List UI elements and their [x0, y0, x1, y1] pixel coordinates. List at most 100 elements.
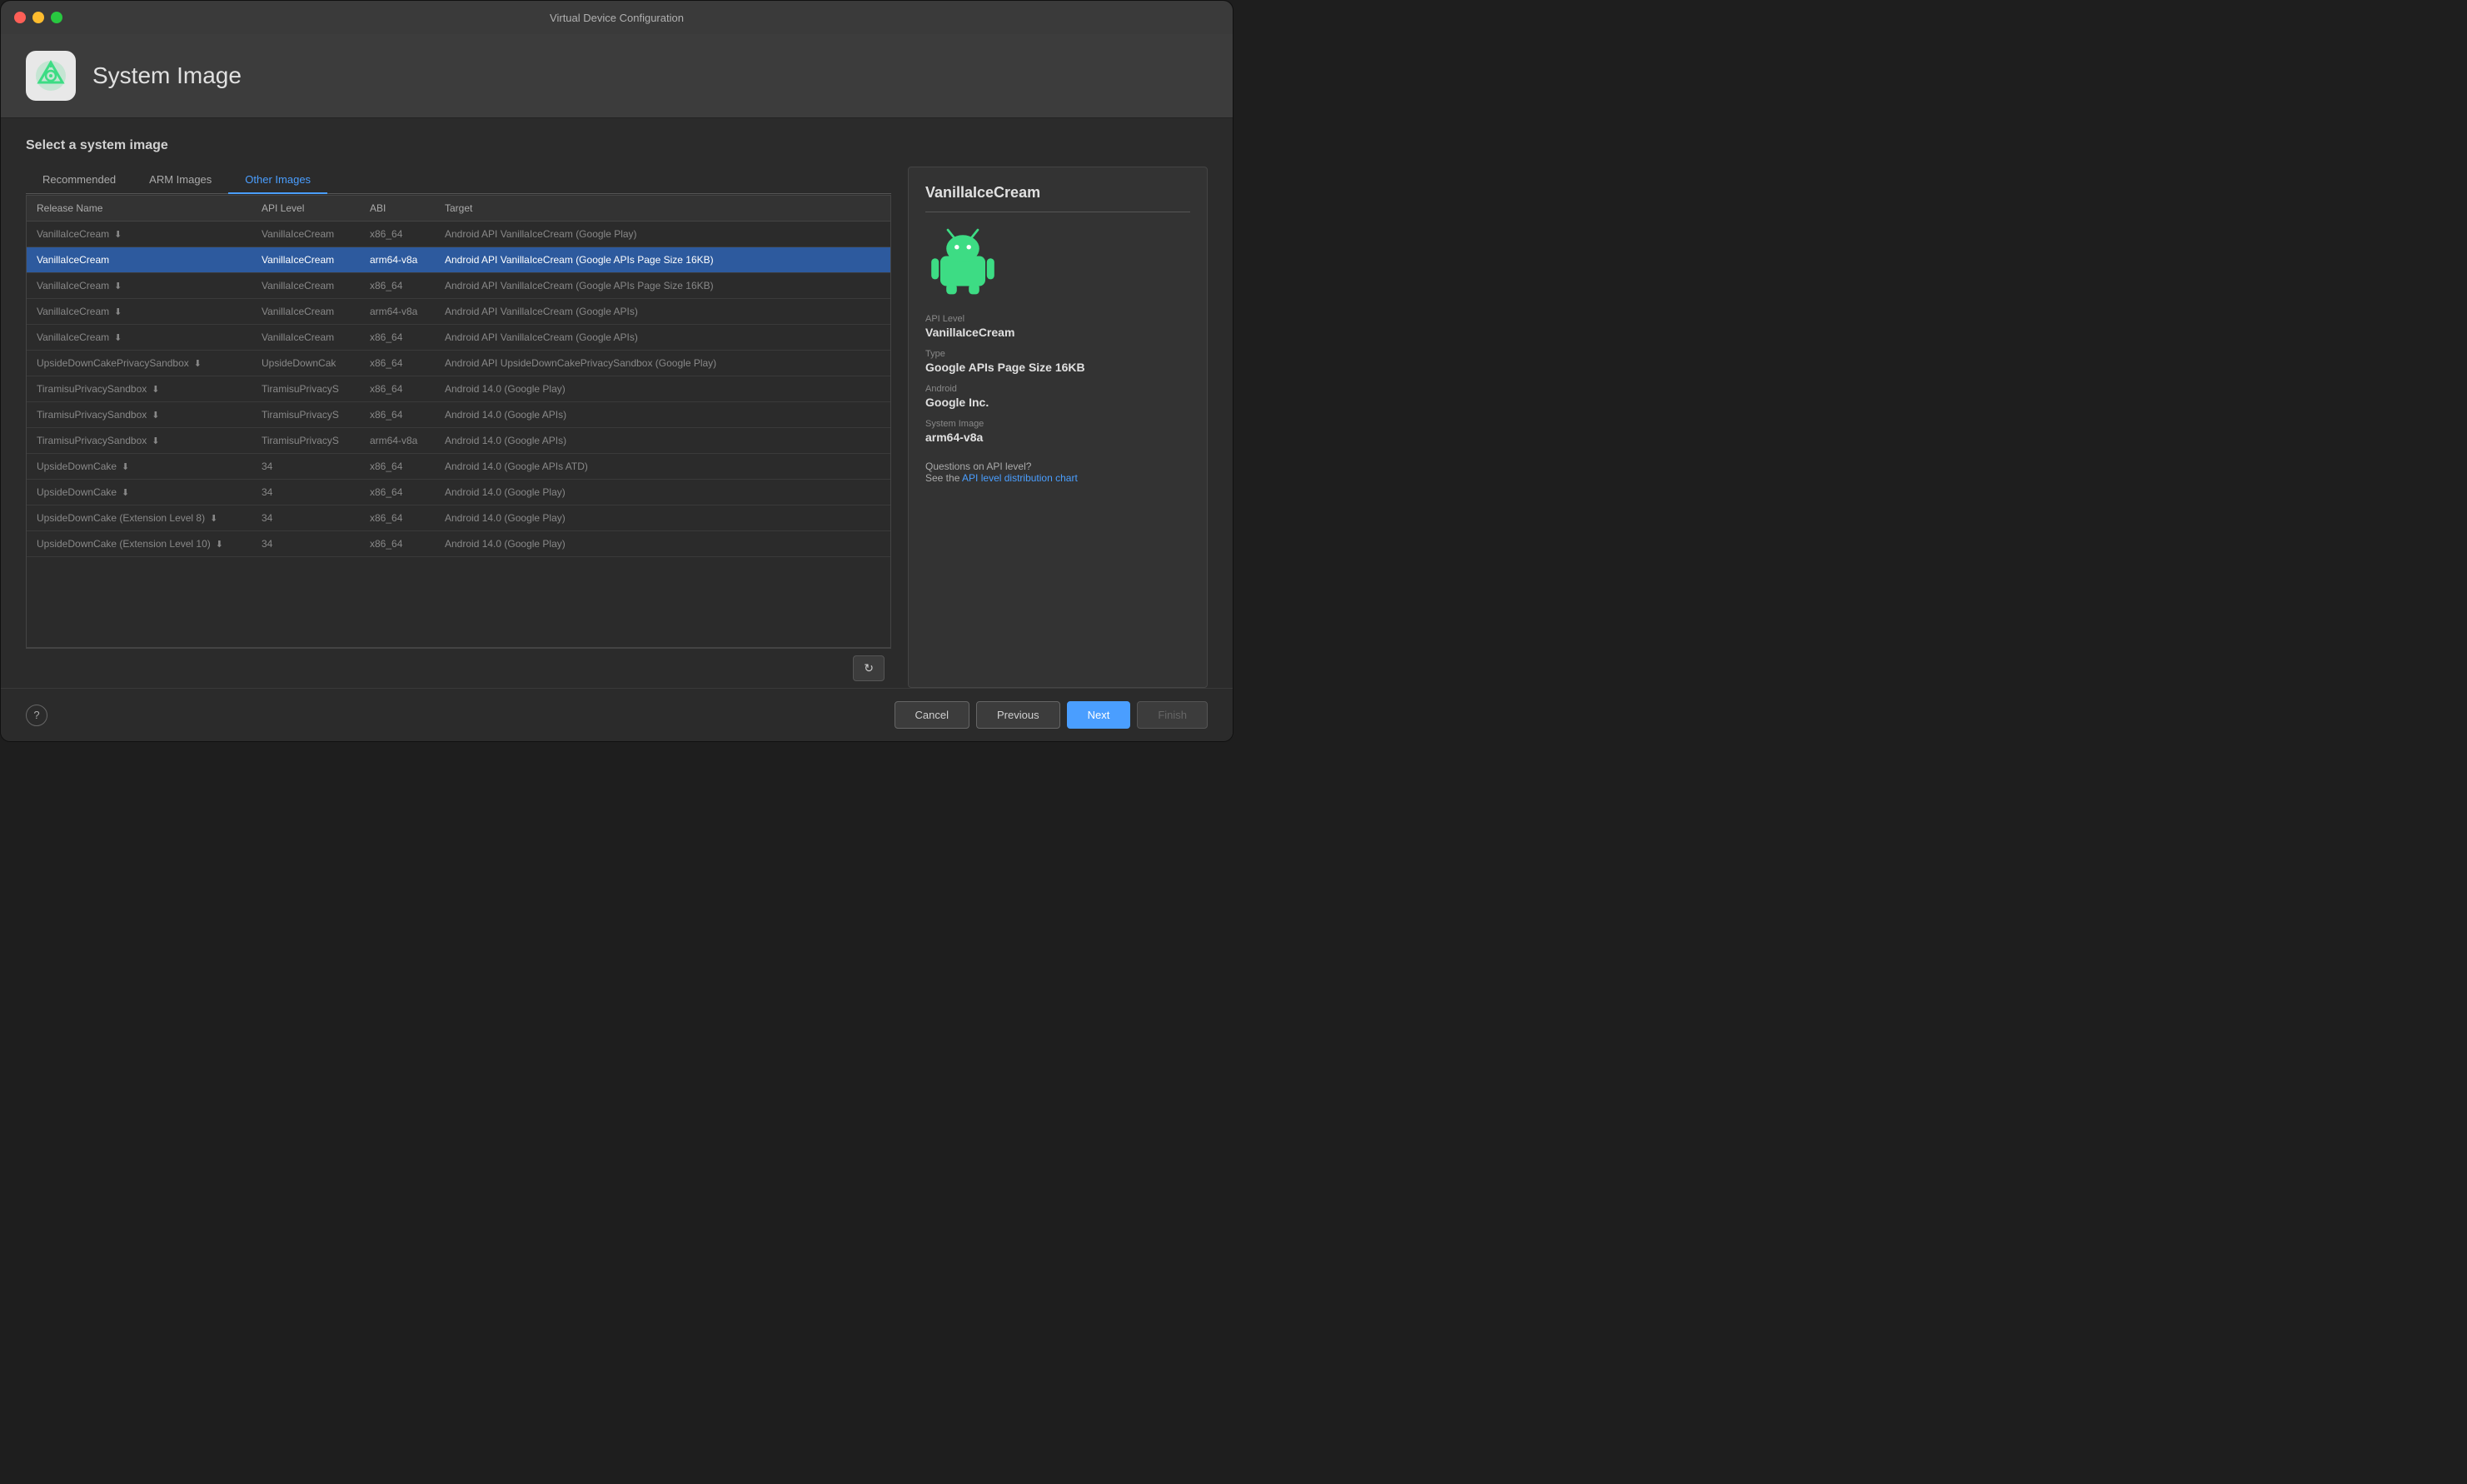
main-content: Recommended ARM Images Other Images Rele…	[26, 167, 1208, 688]
target-cell: Android 14.0 (Google Play)	[435, 376, 890, 401]
android-value: Google Inc.	[925, 396, 1190, 409]
api-level-link-area: Questions on API level? See the API leve…	[925, 461, 1190, 484]
api-see-text: See the	[925, 472, 959, 484]
target-cell: Android 14.0 (Google APIs ATD)	[435, 454, 890, 479]
minimize-button[interactable]	[32, 12, 44, 23]
download-icon[interactable]: ⬇	[152, 410, 159, 421]
detail-card: VanillaIceCream	[908, 167, 1208, 688]
release-name-cell: UpsideDownCake (Extension Level 10)⬇	[27, 531, 252, 556]
table-row[interactable]: TiramisuPrivacySandbox⬇TiramisuPrivacySa…	[27, 428, 890, 454]
download-icon[interactable]: ⬇	[122, 461, 129, 472]
table-row[interactable]: UpsideDownCake⬇34x86_64Android 14.0 (Goo…	[27, 454, 890, 480]
col-target: Target	[435, 196, 890, 221]
close-button[interactable]	[14, 12, 26, 23]
abi-cell: x86_64	[360, 325, 435, 350]
table-header: Release Name API Level ABI Target	[27, 196, 890, 222]
target-cell: Android 14.0 (Google Play)	[435, 505, 890, 530]
abi-cell: x86_64	[360, 402, 435, 427]
release-name-cell: VanillaIceCream⬇	[27, 273, 252, 298]
table-row[interactable]: TiramisuPrivacySandbox⬇TiramisuPrivacySx…	[27, 376, 890, 402]
target-cell: Android 14.0 (Google APIs)	[435, 402, 890, 427]
system-image-field: System Image arm64-v8a	[925, 419, 1190, 444]
header-icon	[26, 51, 76, 101]
download-icon[interactable]: ⬇	[122, 487, 129, 498]
type-field: Type Google APIs Page Size 16KB	[925, 349, 1190, 374]
cancel-button[interactable]: Cancel	[895, 701, 969, 729]
window-title: Virtual Device Configuration	[550, 12, 684, 24]
header-section: System Image	[1, 34, 1233, 118]
abi-cell: x86_64	[360, 454, 435, 479]
footer-left: ?	[26, 705, 47, 726]
maximize-button[interactable]	[51, 12, 62, 23]
table-row[interactable]: VanillaIceCreamVanillaIceCreamarm64-v8aA…	[27, 247, 890, 273]
download-icon[interactable]: ⬇	[114, 281, 122, 291]
tabs: Recommended ARM Images Other Images	[26, 167, 891, 194]
footer: ? Cancel Previous Next Finish	[1, 688, 1233, 741]
table-row[interactable]: UpsideDownCake (Extension Level 10)⬇34x8…	[27, 531, 890, 557]
download-icon[interactable]: ⬇	[194, 358, 202, 369]
api-level-cell: VanillaIceCream	[252, 325, 360, 350]
api-level-cell: TiramisuPrivacyS	[252, 376, 360, 401]
table-row[interactable]: VanillaIceCream⬇VanillaIceCreamarm64-v8a…	[27, 299, 890, 325]
type-value: Google APIs Page Size 16KB	[925, 361, 1190, 374]
target-cell: Android API UpsideDownCakePrivacySandbox…	[435, 351, 890, 376]
download-icon[interactable]: ⬇	[152, 384, 159, 395]
api-level-field: API Level VanillaIceCream	[925, 314, 1190, 339]
table-row[interactable]: VanillaIceCream⬇VanillaIceCreamx86_64And…	[27, 273, 890, 299]
release-name-cell: UpsideDownCake⬇	[27, 454, 252, 479]
col-abi: ABI	[360, 196, 435, 221]
table-row[interactable]: VanillaIceCream⬇VanillaIceCreamx86_64And…	[27, 222, 890, 247]
release-name-cell: TiramisuPrivacySandbox⬇	[27, 402, 252, 427]
refresh-button[interactable]: ↻	[853, 655, 885, 681]
tab-other-images[interactable]: Other Images	[228, 167, 327, 194]
api-level-cell: TiramisuPrivacyS	[252, 428, 360, 453]
download-icon[interactable]: ⬇	[152, 436, 159, 446]
download-icon[interactable]: ⬇	[216, 539, 223, 550]
footer-right: Cancel Previous Next Finish	[895, 701, 1208, 729]
table-body: VanillaIceCream⬇VanillaIceCreamx86_64And…	[27, 222, 890, 647]
api-level-cell: VanillaIceCream	[252, 222, 360, 247]
previous-button[interactable]: Previous	[976, 701, 1060, 729]
title-bar: Virtual Device Configuration	[1, 1, 1233, 34]
abi-cell: x86_64	[360, 531, 435, 556]
release-name-cell: UpsideDownCake (Extension Level 8)⬇	[27, 505, 252, 530]
api-level-cell: 34	[252, 505, 360, 530]
table-row[interactable]: UpsideDownCakePrivacySandbox⬇UpsideDownC…	[27, 351, 890, 376]
table-row[interactable]: UpsideDownCake (Extension Level 8)⬇34x86…	[27, 505, 890, 531]
table-row[interactable]: UpsideDownCake⬇34x86_64Android 14.0 (Goo…	[27, 480, 890, 505]
tab-recommended[interactable]: Recommended	[26, 167, 132, 194]
refresh-area: ↻	[26, 648, 891, 688]
download-icon[interactable]: ⬇	[114, 306, 122, 317]
type-label: Type	[925, 349, 1190, 359]
api-level-cell: 34	[252, 480, 360, 505]
api-level-cell: 34	[252, 531, 360, 556]
finish-button: Finish	[1137, 701, 1208, 729]
release-name-cell: VanillaIceCream	[27, 247, 252, 272]
android-label: Android	[925, 384, 1190, 394]
table-row[interactable]: TiramisuPrivacySandbox⬇TiramisuPrivacySx…	[27, 402, 890, 428]
android-field: Android Google Inc.	[925, 384, 1190, 409]
abi-cell: arm64-v8a	[360, 247, 435, 272]
target-cell: Android 14.0 (Google Play)	[435, 531, 890, 556]
download-icon[interactable]: ⬇	[114, 229, 122, 240]
download-icon[interactable]: ⬇	[210, 513, 217, 524]
target-cell: Android API VanillaIceCream (Google APIs…	[435, 247, 890, 272]
abi-cell: x86_64	[360, 273, 435, 298]
release-name-cell: TiramisuPrivacySandbox⬇	[27, 428, 252, 453]
help-button[interactable]: ?	[26, 705, 47, 726]
target-cell: Android API VanillaIceCream (Google Play…	[435, 222, 890, 247]
target-cell: Android API VanillaIceCream (Google APIs…	[435, 325, 890, 350]
table-row[interactable]: VanillaIceCream⬇VanillaIceCreamx86_64And…	[27, 325, 890, 351]
col-api-level[interactable]: API Level	[252, 196, 360, 221]
api-distribution-link[interactable]: API level distribution chart	[962, 472, 1078, 484]
android-studio-icon	[34, 59, 67, 92]
next-button[interactable]: Next	[1067, 701, 1131, 729]
tab-arm-images[interactable]: ARM Images	[132, 167, 228, 194]
left-panel: Recommended ARM Images Other Images Rele…	[26, 167, 891, 688]
api-level-value: VanillaIceCream	[925, 326, 1190, 339]
api-level-cell: VanillaIceCream	[252, 247, 360, 272]
api-level-cell: 34	[252, 454, 360, 479]
download-icon[interactable]: ⬇	[114, 332, 122, 343]
api-question-text: Questions on API level?	[925, 461, 1031, 472]
page-title: System Image	[92, 62, 242, 89]
